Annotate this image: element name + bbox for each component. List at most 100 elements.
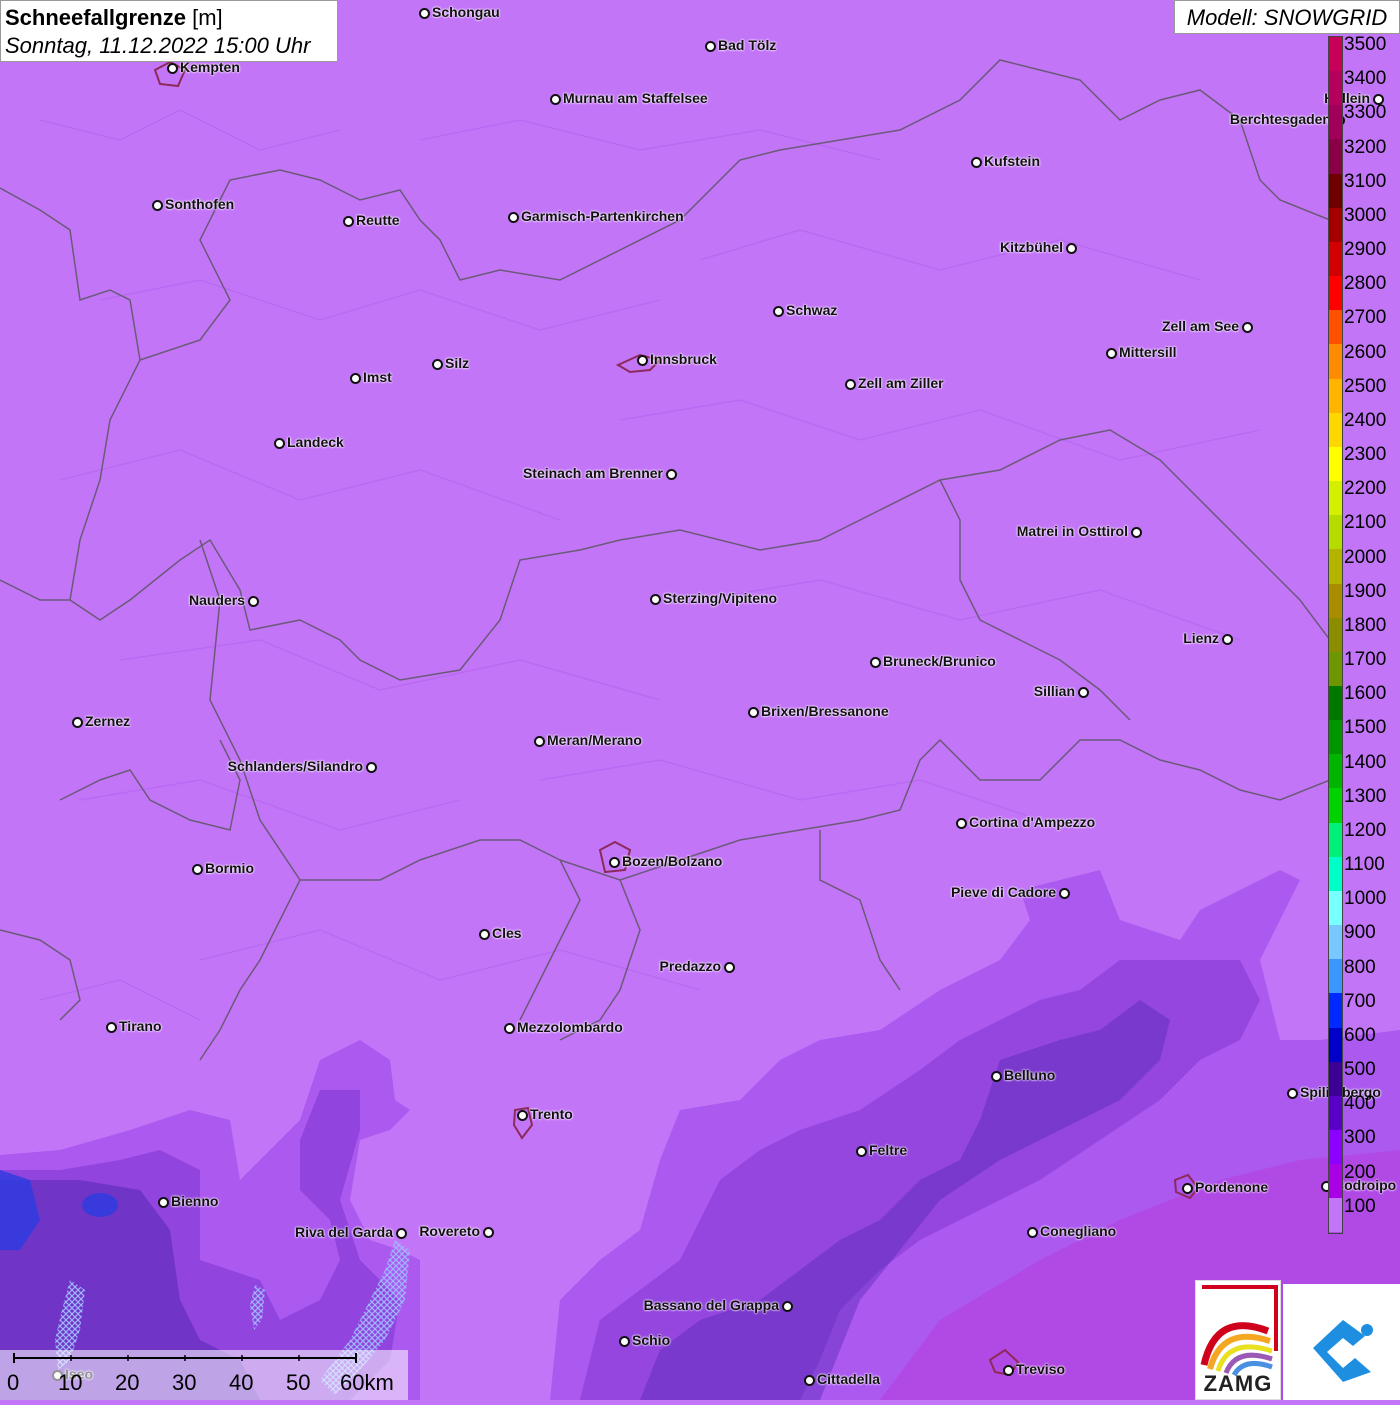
place-marker (870, 657, 881, 668)
map-title-box: Schneefallgrenze [m] Sonntag, 11.12.2022… (0, 0, 338, 62)
place-label: Imst (363, 369, 392, 385)
place-marker (971, 157, 982, 168)
place-label: Pordenone (1195, 1179, 1269, 1195)
place-label: Schio (632, 1332, 671, 1348)
legend-swatch (1329, 1027, 1342, 1062)
place-marker (106, 1022, 117, 1033)
legend-label: 2400 (1344, 409, 1387, 431)
map-datetime: Sonntag, 11.12.2022 15:00 Uhr (5, 33, 311, 58)
legend-swatch (1329, 583, 1342, 618)
place-label: Bruneck/Brunico (883, 653, 996, 669)
legend-swatch (1329, 1095, 1342, 1130)
place-marker (804, 1375, 815, 1386)
place-label: Meran/Merano (547, 732, 642, 748)
place-marker (1106, 348, 1117, 359)
legend-label: 1900 (1344, 580, 1387, 602)
place-label: Sonthofen (165, 196, 235, 212)
place-marker (192, 864, 203, 875)
legend-label: 1600 (1344, 683, 1387, 705)
place-marker (1027, 1227, 1038, 1238)
zamg-rainbow-icon (1200, 1285, 1278, 1377)
legend-label: 2700 (1344, 307, 1387, 329)
place-label: Cles (492, 925, 522, 941)
legend-label: 1200 (1344, 819, 1387, 841)
legend-label: 3400 (1344, 68, 1387, 90)
legend-label: 2200 (1344, 478, 1387, 500)
place-marker (1182, 1183, 1193, 1194)
legend-swatch (1329, 241, 1342, 277)
scale-label: 0 (7, 1370, 20, 1395)
legend-label: 2100 (1344, 512, 1387, 534)
legend-swatch (1329, 515, 1342, 550)
place-label: Nauders (188, 592, 245, 608)
place-marker (845, 379, 856, 390)
legend-swatch (1329, 412, 1342, 447)
legend-swatch (1329, 378, 1342, 413)
legend-swatch (1329, 959, 1342, 994)
legend-label: 3300 (1344, 102, 1387, 124)
place-label: Sterzing/Vipiteno (663, 590, 778, 606)
place-marker (248, 596, 259, 607)
place-marker (609, 857, 620, 868)
map-title: Schneefallgrenze [m] (5, 4, 333, 32)
place-label: Belluno (1004, 1067, 1056, 1083)
legend-label: 300 (1344, 1127, 1376, 1149)
place-marker (1003, 1365, 1014, 1376)
place-marker (274, 438, 285, 449)
geosphere-logo (1283, 1284, 1400, 1400)
legend-swatch (1329, 344, 1342, 379)
map-title-label: Schneefallgrenze (5, 5, 186, 30)
place-marker (724, 962, 735, 973)
legend-label: 400 (1344, 1093, 1376, 1115)
legend-swatch (1329, 1130, 1342, 1165)
place-marker (666, 469, 677, 480)
legend-swatch (1329, 685, 1342, 721)
place-marker (1222, 634, 1233, 645)
place-marker (991, 1071, 1002, 1082)
legend-label: 1800 (1344, 614, 1387, 636)
color-legend: 3500 3400 3300 3200 3100 3000 2900 2800 2700 2600… (1328, 34, 1400, 1236)
legend-swatch (1329, 139, 1342, 174)
place-label: Bassano del Grappa (643, 1297, 779, 1313)
legend-label: 3500 (1344, 34, 1387, 55)
place-marker (508, 212, 519, 223)
legend-label: 1700 (1344, 649, 1387, 671)
place-label: Schwaz (786, 302, 838, 318)
place-label: Zell am Ziller (858, 375, 944, 391)
place-marker (637, 355, 648, 366)
place-label: Pieve di Cadore (950, 884, 1056, 900)
place-marker (1078, 687, 1089, 698)
place-label: Berchtesgaden (1229, 111, 1331, 127)
place-label: Bormio (205, 860, 254, 876)
scale-label: 20 (115, 1370, 140, 1395)
legend-swatch (1329, 1061, 1342, 1096)
legend-swatch (1329, 856, 1342, 891)
place-label: Cittadella (817, 1371, 881, 1387)
snowline-band-700m-spot (82, 1193, 118, 1217)
place-label: Kufstein (984, 153, 1040, 169)
place-label: Schlanders/Silandro (227, 758, 363, 774)
legend-swatch (1329, 71, 1342, 106)
place-label: Conegliano (1040, 1223, 1117, 1239)
place-label: Landeck (287, 434, 344, 450)
legend-label: 2800 (1344, 273, 1387, 295)
legend-swatch (1329, 993, 1342, 1028)
place-label: Brixen/Bressanone (761, 703, 889, 719)
place-marker (1131, 527, 1142, 538)
place-label: Treviso (1016, 1361, 1066, 1377)
place-marker (1066, 243, 1077, 254)
legend-swatch (1329, 1164, 1342, 1199)
place-label: Zell am See (1161, 318, 1239, 334)
legend-swatch (1329, 720, 1342, 755)
place-marker (748, 707, 759, 718)
place-label: Sillian (1033, 683, 1075, 699)
geosphere-icon (1313, 1320, 1373, 1382)
place-label: Garmisch-Partenkirchen (521, 208, 684, 224)
place-label: Steinach am Brenner (522, 465, 663, 481)
legend-label: 700 (1344, 990, 1376, 1012)
legend-label: 200 (1344, 1161, 1376, 1183)
zamg-logo: ZAMG (1195, 1280, 1281, 1400)
scale-label: 10 (58, 1370, 83, 1395)
place-marker (782, 1301, 793, 1312)
scale-label: 30 (172, 1370, 197, 1395)
